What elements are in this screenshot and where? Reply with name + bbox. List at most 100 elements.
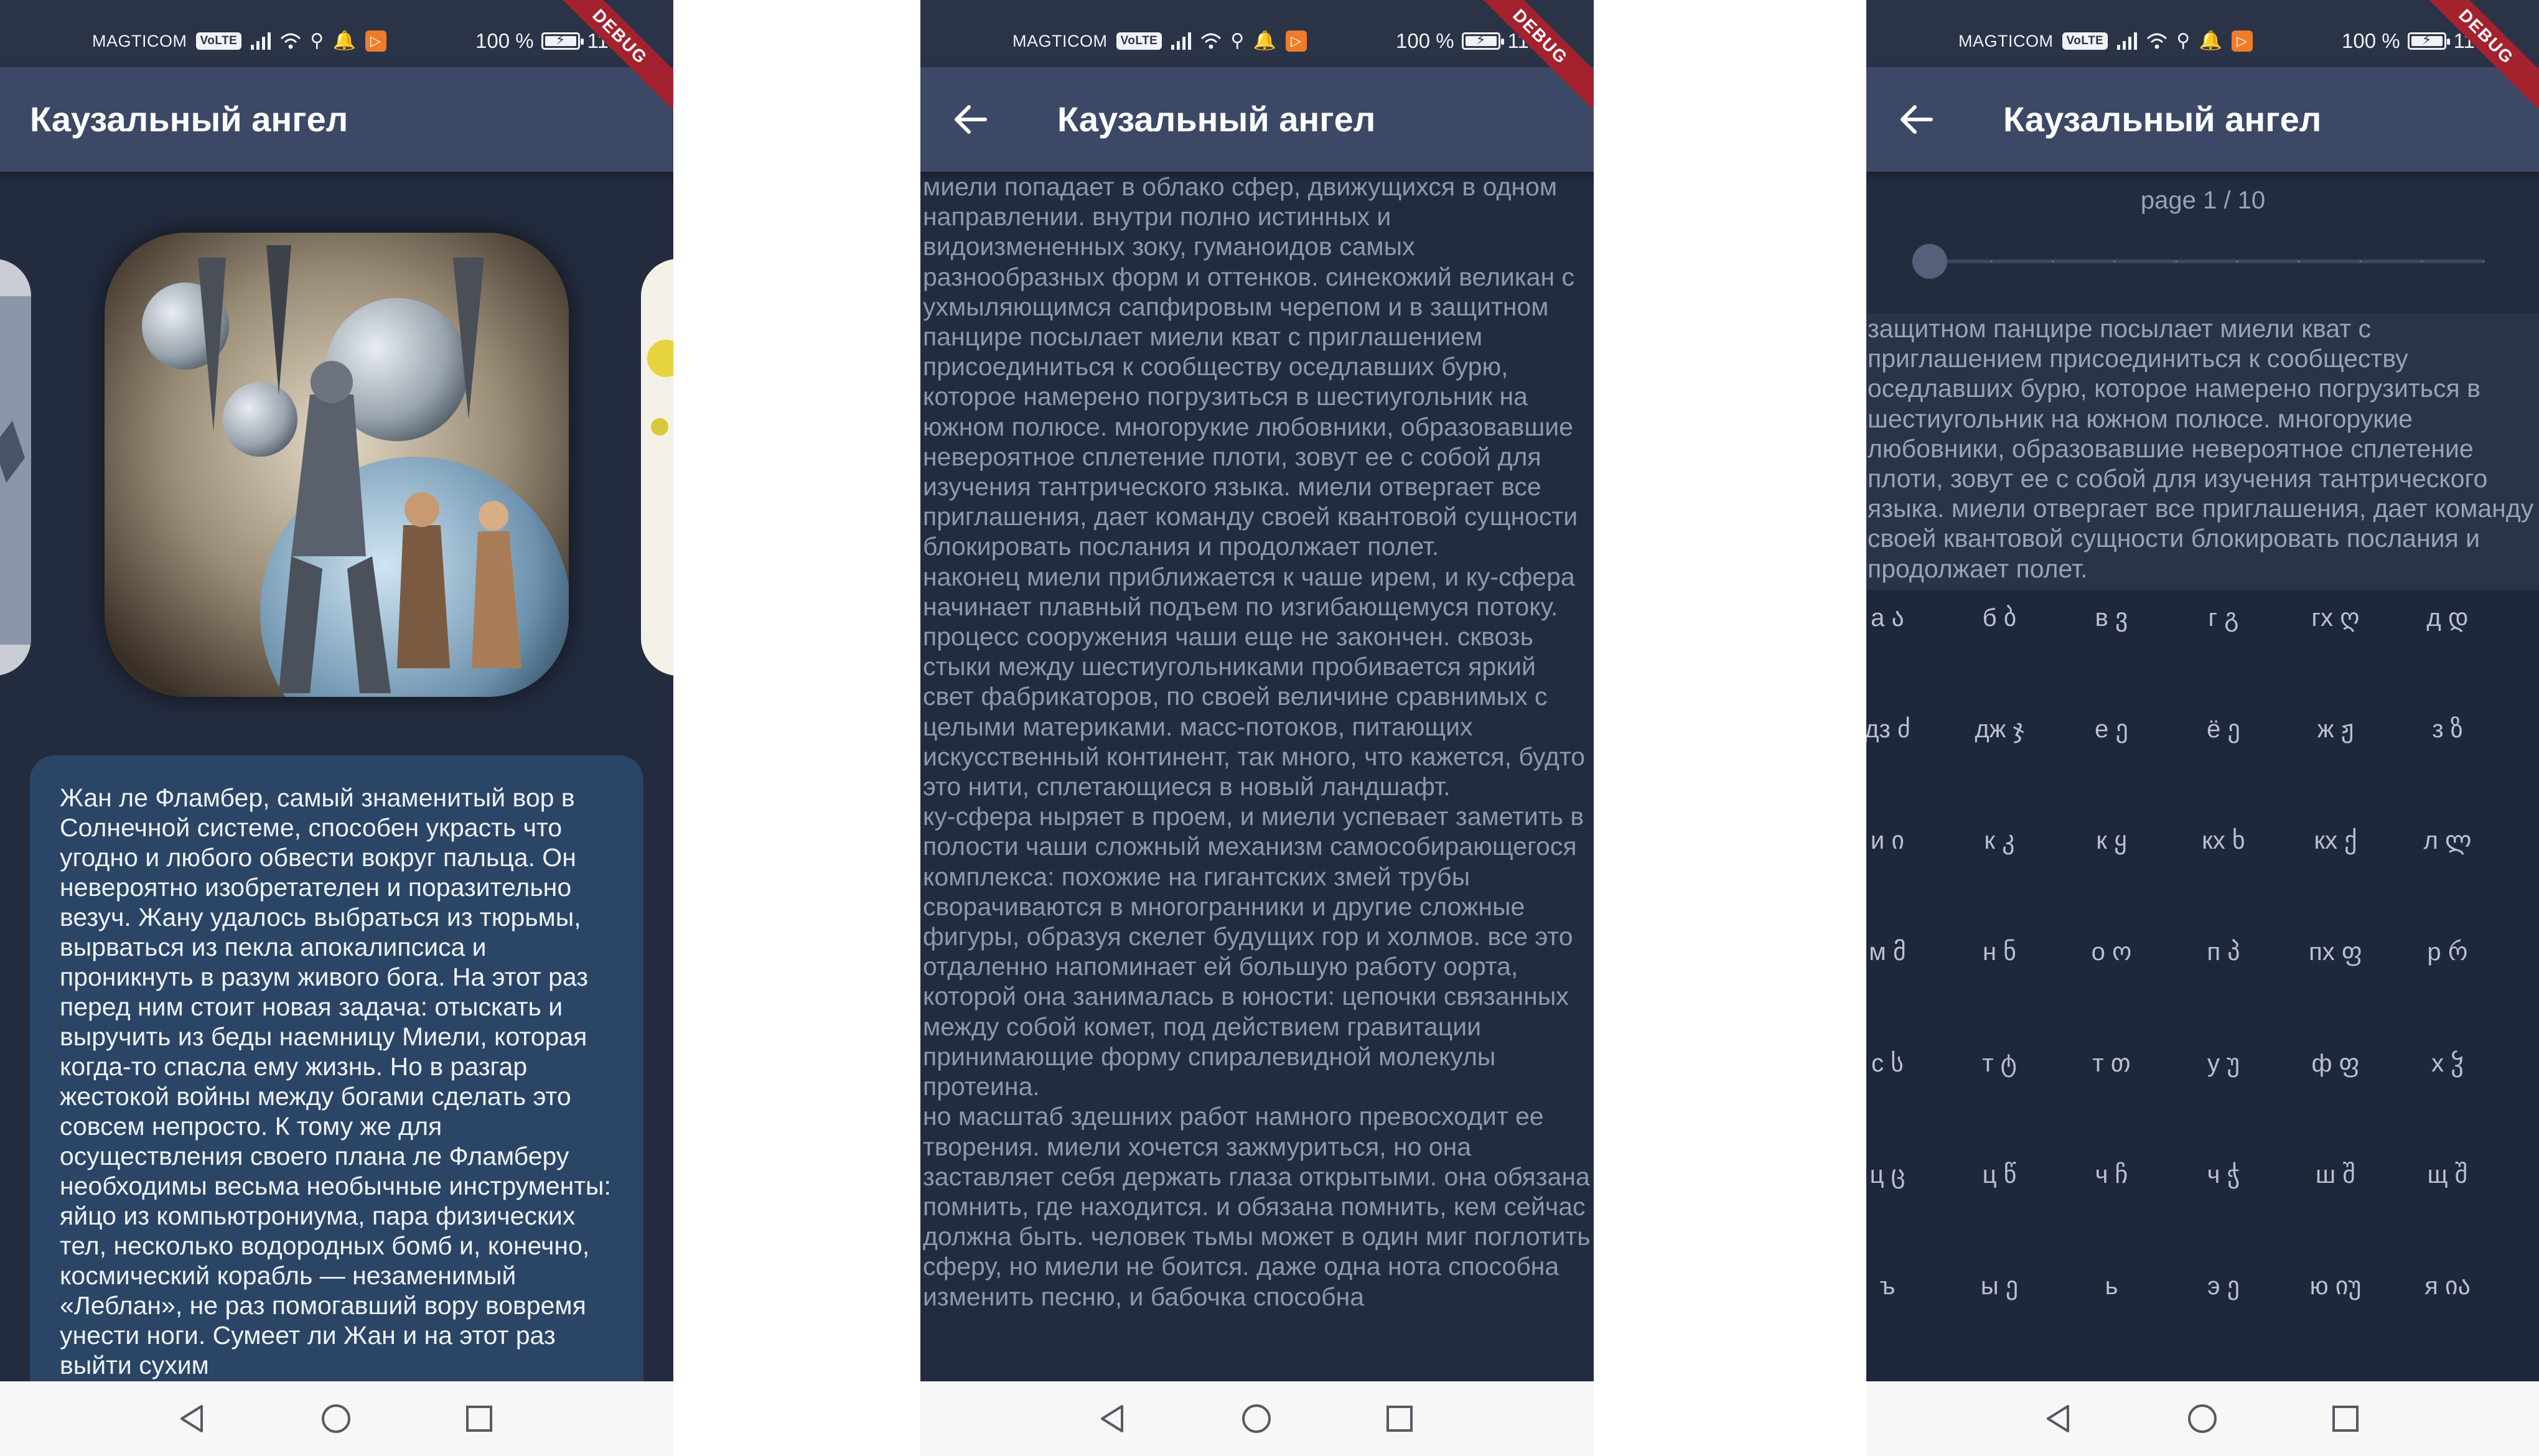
back-nav-button[interactable] [1093, 1400, 1131, 1437]
cover-carousel-next[interactable] [641, 259, 673, 676]
page-title: Каузальный ангел [30, 100, 348, 139]
app-notification-icon: ▷ [1285, 30, 1307, 52]
alphabet-letter[interactable]: к კ [1943, 813, 2055, 869]
slider-tick [2051, 260, 2054, 263]
reader-content[interactable]: миели попадает в облако сфер, движущихся… [920, 172, 1594, 1381]
alphabet-letter[interactable]: ц ც [1866, 1147, 1943, 1203]
app-bar: Каузальный ангел [0, 67, 673, 172]
home-nav-button[interactable] [317, 1400, 355, 1437]
alphabet-letter[interactable]: х ჴ [2392, 1035, 2504, 1091]
cover-carousel-prev[interactable] [0, 259, 31, 676]
signal-icon [1171, 32, 1192, 50]
alphabet-letter[interactable]: ю იუ [2279, 1258, 2392, 1314]
alphabet-letter[interactable]: кх ქ [2279, 813, 2392, 869]
alphabet-letter[interactable]: ы ე [1943, 1258, 2055, 1314]
usb-icon: ⚲ [2176, 30, 2191, 51]
alphabet-letter[interactable]: м მ [1866, 924, 1943, 980]
usb-icon: ⚲ [1230, 30, 1245, 51]
system-nav-bar [920, 1381, 1594, 1456]
alphabet-letter[interactable]: е ე [2055, 701, 2167, 757]
battery-icon: ⚡ [541, 32, 584, 50]
alphabet-letter[interactable]: т ტ [1943, 1035, 2055, 1091]
alphabet-letter[interactable]: я ია [2392, 1258, 2504, 1314]
alphabet-letter[interactable]: р რ [2392, 924, 2504, 980]
reader-paragraph: но масштаб здешних работ намного превосх… [923, 1102, 1591, 1311]
alphabet-letter[interactable]: ь [2055, 1258, 2167, 1314]
carrier-label: MAGTICOM [1958, 31, 2054, 50]
alphabet-letter[interactable]: л ლ [2392, 813, 2504, 869]
alphabet-letter[interactable]: д დ [2392, 590, 2504, 646]
alphabet-letter[interactable]: ъ [1866, 1258, 1943, 1314]
home-nav-button[interactable] [1238, 1400, 1275, 1437]
alphabet-letter[interactable]: г გ [2167, 590, 2279, 646]
alphabet-letter[interactable]: щ შ [2392, 1147, 2504, 1203]
back-nav-button[interactable] [173, 1400, 210, 1437]
page-slider-track[interactable] [1930, 259, 2484, 263]
alphabet-letter[interactable]: к ყ [2055, 813, 2167, 869]
alphabet-letter[interactable]: н ნ [1943, 924, 2055, 980]
recents-nav-button[interactable] [461, 1400, 498, 1437]
carrier-label: MAGTICOM [92, 31, 187, 50]
alphabet-letter[interactable]: пх ფ [2279, 924, 2392, 980]
volte-icon: VoLTE [195, 32, 242, 50]
page-excerpt-panel: защитном панцире посылает миели кват с п… [1866, 314, 2539, 590]
alphabet-grid: а აб ბв ვг გ гх ღд დ дз ძ дж ჯе ეё ეж ჟз ზ и… [1866, 590, 2539, 1381]
alphabet-letter[interactable]: и ი [1866, 813, 1943, 869]
alphabet-letter[interactable]: гх ღ [2279, 590, 2392, 646]
recents-nav-button[interactable] [1381, 1400, 1418, 1437]
alphabet-letter[interactable]: кх ხ [2167, 813, 2279, 869]
book-details: Жан ле Фламбер, самый знаменитый вор в С… [0, 172, 673, 1381]
app-bar: Каузальный ангел [1866, 67, 2539, 172]
page-excerpt: защитном панцире посылает миели кват с п… [1868, 314, 2534, 583]
alphabet-letter[interactable]: ё ე [2167, 701, 2279, 757]
nav-back-icon [1101, 1405, 1123, 1432]
home-nav-button[interactable] [2184, 1400, 2221, 1437]
nav-back-icon [180, 1405, 203, 1432]
nav-home-icon [1242, 1404, 1271, 1433]
back-button[interactable] [1891, 95, 1941, 144]
wifi-icon [2147, 33, 2167, 49]
alphabet-letter[interactable]: ж ჟ [2279, 701, 2392, 757]
signal-icon [2117, 32, 2138, 50]
reader-screen: MAGTICOM VoLTE ⚲ 🔔 ▷ 100 % ⚡ 11:58 DEBUG… [920, 0, 1594, 1456]
alphabet-letter[interactable]: ф ფ [2279, 1035, 2392, 1091]
nav-recents-icon [1386, 1406, 1413, 1432]
app-notification-icon: ▷ [365, 30, 386, 52]
alphabet-letter[interactable]: с ს [1866, 1035, 1943, 1091]
alphabet-letter[interactable]: ч ჭ [2167, 1147, 2279, 1203]
alphabet-letter[interactable]: т თ [2055, 1035, 2167, 1091]
notification-bell-icon: 🔔 [332, 30, 357, 51]
alphabet-letter[interactable]: ш შ [2279, 1147, 2392, 1203]
alphabet-letter[interactable]: ч ჩ [2055, 1147, 2167, 1203]
nav-home-icon [322, 1404, 350, 1433]
reader-paragraph: наконец миели приближается к чаше ирем, … [923, 562, 1586, 801]
alphabet-letter[interactable]: ц წ [1943, 1147, 2055, 1203]
recents-nav-button[interactable] [2327, 1400, 2364, 1437]
alphabet-letter[interactable]: з ზ [2392, 701, 2504, 757]
book-details-screen: MAGTICOM VoLTE ⚲ 🔔 ▷ 100 % ⚡ 11:58 DEBUG… [0, 0, 673, 1456]
book-cover-image[interactable] [105, 233, 569, 697]
notification-bell-icon: 🔔 [1253, 30, 1277, 51]
alphabet-letter[interactable]: б ბ [1943, 590, 2055, 646]
back-nav-button[interactable] [2039, 1400, 2077, 1437]
alphabet-letter[interactable]: п პ [2167, 924, 2279, 980]
page-title: Каузальный ангел [2003, 100, 2322, 139]
slider-tick [2113, 260, 2116, 263]
alphabet-letter[interactable]: о ო [2055, 924, 2167, 980]
carrier-label: MAGTICOM [1012, 31, 1108, 50]
system-nav-bar [0, 1381, 673, 1456]
alphabet-letter[interactable]: а ა [1866, 590, 1943, 646]
alphabet-letter[interactable]: дз ძ [1866, 701, 1943, 757]
battery-percent: 100 % [1396, 29, 1454, 52]
page-title: Каузальный ангел [1057, 100, 1376, 139]
reader-paragraph: миели попадает в облако сфер, движущихся… [923, 172, 1578, 561]
slider-tick [1990, 260, 1993, 263]
alphabet-letter[interactable]: дж ჯ [1943, 701, 2055, 757]
alphabet-letter[interactable]: э ე [2167, 1258, 2279, 1314]
alphabet-letter[interactable]: в ვ [2055, 590, 2167, 646]
back-button[interactable] [945, 95, 995, 144]
arrow-back-icon [955, 105, 987, 134]
notification-bell-icon: 🔔 [2199, 30, 2223, 51]
alphabet-letter[interactable]: у უ [2167, 1035, 2279, 1091]
page-slider-thumb[interactable] [1912, 244, 1947, 279]
